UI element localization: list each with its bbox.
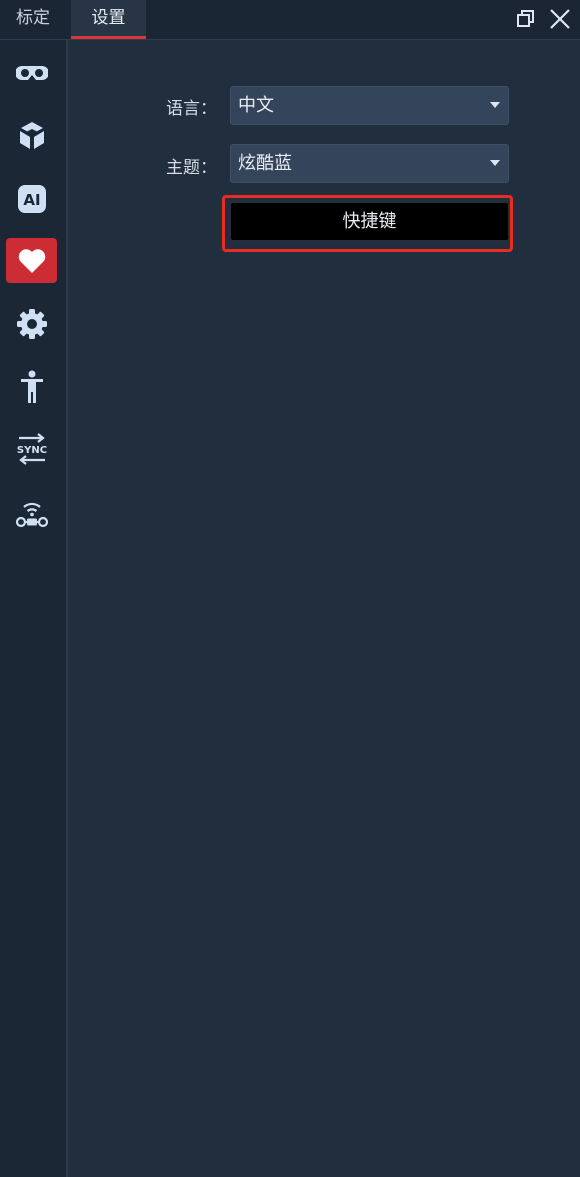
tab-calibration[interactable]: 标定 — [0, 0, 66, 39]
sidebar-item-model[interactable] — [6, 113, 57, 158]
vr-headset-icon — [15, 65, 48, 80]
sidebar-item-sync[interactable]: SYNC — [6, 426, 57, 471]
close-icon[interactable] — [547, 6, 573, 32]
tab-settings[interactable]: 设置 — [71, 0, 146, 39]
tab-settings-label: 设置 — [91, 8, 126, 28]
chevron-down-icon — [490, 102, 500, 108]
sidebar: AI SYNC — [0, 40, 68, 1177]
theme-value: 炫酷蓝 — [238, 153, 292, 174]
sync-icon: SYNC — [16, 432, 47, 465]
svg-text:SYNC: SYNC — [16, 445, 46, 456]
top-tab-bar: 标定 设置 — [0, 0, 580, 40]
restore-window-icon[interactable] — [513, 6, 539, 32]
svg-text:AI: AI — [23, 191, 40, 209]
theme-select[interactable]: 炫酷蓝 — [230, 144, 509, 183]
theme-label: 主题： — [166, 158, 217, 178]
language-value: 中文 — [238, 95, 274, 116]
language-label: 语言： — [166, 99, 217, 119]
active-tab-indicator — [71, 36, 146, 39]
sidebar-item-ai[interactable]: AI — [6, 176, 57, 221]
cube-drone-icon — [19, 121, 44, 149]
shortcuts-button[interactable]: 快捷键 — [230, 202, 509, 241]
sidebar-item-settings[interactable] — [6, 301, 57, 346]
chevron-down-icon — [490, 160, 500, 166]
sidebar-item-body[interactable] — [6, 364, 57, 409]
sidebar-item-favorites[interactable] — [6, 238, 57, 283]
heart-icon — [18, 248, 45, 273]
sidebar-item-device[interactable] — [6, 490, 57, 535]
gear-icon — [16, 308, 47, 339]
sidebar-item-vr[interactable] — [6, 50, 57, 95]
human-figure-icon — [20, 370, 43, 403]
language-select[interactable]: 中文 — [230, 86, 509, 125]
wireless-device-icon — [15, 502, 48, 527]
ai-icon: AI — [17, 184, 46, 213]
